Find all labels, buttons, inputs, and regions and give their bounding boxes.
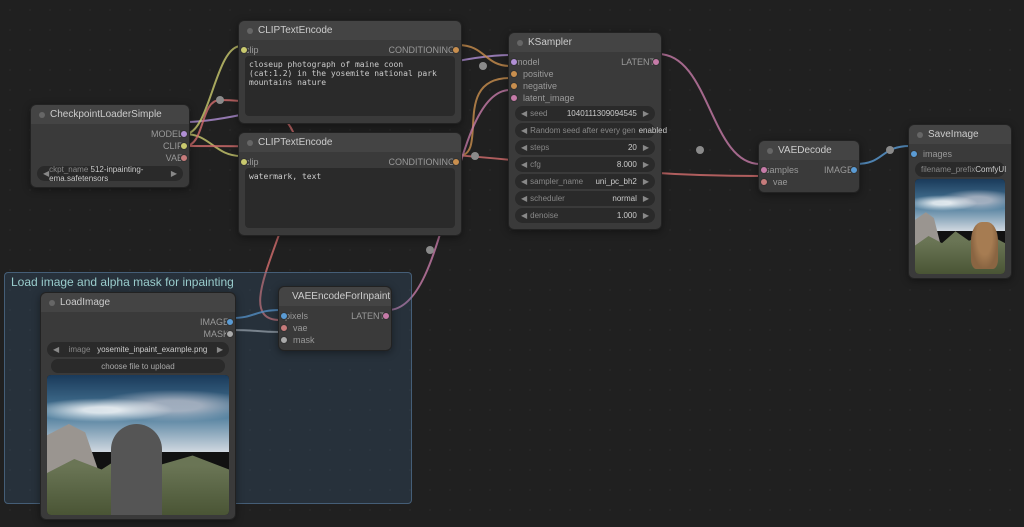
node-header[interactable]: CLIPTextEncode	[239, 133, 461, 152]
widget-sampler_name[interactable]: ◀sampler_nameuni_pc_bh2▶	[515, 174, 655, 189]
widget-Random-seed-after-every-gen[interactable]: ◀Random seed after every genenabled	[515, 123, 655, 138]
ckpt-name-widget[interactable]: ◀ckpt_name 512-inpainting-ema.safetensor…	[37, 166, 183, 181]
image-widget[interactable]: ◀image yosemite_inpaint_example.png▶	[47, 342, 229, 357]
node-ksampler[interactable]: KSampler modelLATENT positive negative l…	[508, 32, 662, 230]
input-vae: vae	[285, 322, 385, 334]
image-preview	[47, 375, 229, 515]
prompt-negative[interactable]	[245, 168, 455, 228]
input-positive: positive	[515, 68, 655, 80]
io-row: clip CONDITIONING	[245, 44, 455, 56]
output-preview	[915, 179, 1005, 274]
node-header[interactable]: VAEEncodeForInpaint	[279, 287, 391, 306]
node-header[interactable]: CheckpointLoaderSimple	[31, 105, 189, 124]
node-save-image[interactable]: SaveImage images filename_prefixComfyUI	[908, 124, 1012, 279]
io-row: pixelsLATENT	[285, 310, 385, 322]
widget-scheduler[interactable]: ◀schedulernormal▶	[515, 191, 655, 206]
prompt-positive[interactable]	[245, 56, 455, 116]
node-vae-encode-inpaint[interactable]: VAEEncodeForInpaint pixelsLATENT vae mas…	[278, 286, 392, 351]
input-negative: negative	[515, 80, 655, 92]
widget-cfg[interactable]: ◀cfg8.000▶	[515, 157, 655, 172]
node-vae-decode[interactable]: VAEDecode samplesIMAGE vae	[758, 140, 860, 193]
node-load-image[interactable]: LoadImage IMAGE MASK ◀image yosemite_inp…	[40, 292, 236, 520]
output-vae: VAE	[37, 152, 183, 164]
upload-button[interactable]: choose file to upload	[51, 359, 225, 373]
widget-seed[interactable]: ◀seed1040111309094545▶	[515, 106, 655, 121]
node-header[interactable]: SaveImage	[909, 125, 1011, 144]
node-header[interactable]: LoadImage	[41, 293, 235, 312]
input-vae: vae	[765, 176, 853, 188]
node-header[interactable]: CLIPTextEncode	[239, 21, 461, 40]
output-image: IMAGE	[47, 316, 229, 328]
node-clip-negative[interactable]: CLIPTextEncode clip CONDITIONING	[238, 132, 462, 236]
widget-denoise[interactable]: ◀denoise1.000▶	[515, 208, 655, 223]
io-row: samplesIMAGE	[765, 164, 853, 176]
widget-steps[interactable]: ◀steps20▶	[515, 140, 655, 155]
io-row: clip CONDITIONING	[245, 156, 455, 168]
input-images: images	[915, 148, 1005, 160]
output-model: MODEL	[37, 128, 183, 140]
output-mask: MASK	[47, 328, 229, 340]
node-header[interactable]: KSampler	[509, 33, 661, 52]
prefix-widget[interactable]: filename_prefixComfyUI	[915, 162, 1005, 177]
io-row: modelLATENT	[515, 56, 655, 68]
node-header[interactable]: VAEDecode	[759, 141, 859, 160]
output-clip: CLIP	[37, 140, 183, 152]
node-clip-positive[interactable]: CLIPTextEncode clip CONDITIONING	[238, 20, 462, 124]
node-checkpoint-loader[interactable]: CheckpointLoaderSimple MODEL CLIP VAE ◀c…	[30, 104, 190, 188]
input-latent: latent_image	[515, 92, 655, 104]
input-mask: mask	[285, 334, 385, 346]
